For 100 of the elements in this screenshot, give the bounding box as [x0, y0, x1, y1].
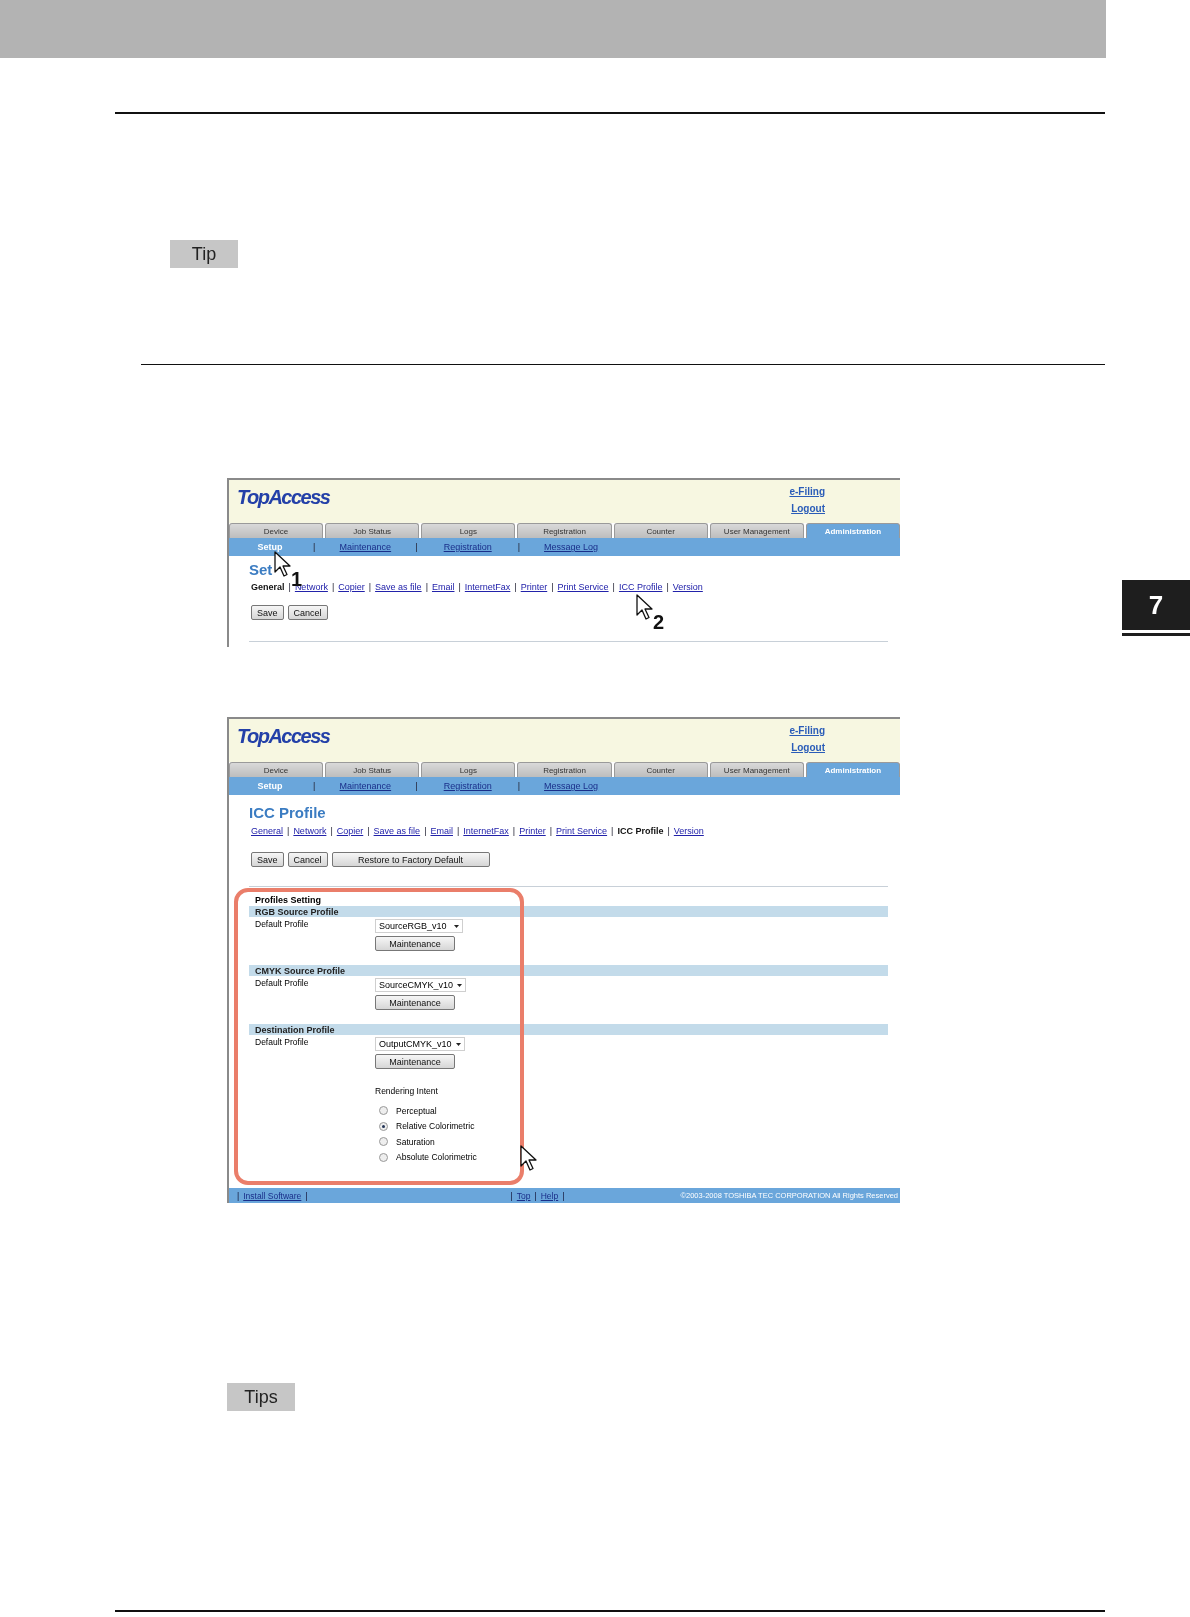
settings-link[interactable]: Save as file	[375, 582, 422, 592]
nav-tab[interactable]: Device	[229, 762, 324, 777]
header-link[interactable]: Logout	[791, 503, 825, 514]
settings-link[interactable]: InternetFax	[463, 826, 509, 836]
profile-dropdown[interactable]: OutputCMYK_v10	[375, 1037, 465, 1051]
separator: |	[425, 582, 428, 592]
separator: |	[288, 582, 291, 592]
nav-tab[interactable]: User Management	[709, 523, 804, 538]
separator: |	[534, 1190, 537, 1201]
separator: |	[510, 1190, 513, 1201]
maintenance-button[interactable]: Maintenance	[375, 936, 455, 951]
nav-tab[interactable]: Logs	[421, 523, 516, 538]
maintenance-button[interactable]: Maintenance	[375, 995, 455, 1010]
separator: |	[330, 826, 333, 836]
settings-link[interactable]: General	[251, 826, 284, 836]
settings-link[interactable]: Copier	[336, 826, 364, 836]
form-button[interactable]: Cancel	[287, 605, 328, 620]
cursor-icon	[520, 1145, 538, 1172]
radio-label: Perceptual	[396, 1105, 437, 1116]
step-number: 2	[653, 612, 665, 632]
sub-nav-link[interactable]: Message Log	[544, 542, 599, 552]
caret-icon	[455, 1042, 461, 1046]
separator: |	[551, 582, 554, 592]
settings-link[interactable]: Email	[431, 582, 455, 592]
radio-button[interactable]	[379, 1137, 388, 1147]
sub-nav-link[interactable]: Registration	[441, 542, 494, 552]
app-logo: TopAccess	[237, 725, 330, 747]
section-header-bar: Destination Profile	[249, 1024, 888, 1035]
settings-link[interactable]: Printer	[519, 826, 546, 836]
nav-tab[interactable]: Counter	[613, 762, 708, 777]
footer-link[interactable]: Top	[516, 1190, 531, 1201]
sub-nav-link[interactable]: Registration	[441, 781, 494, 791]
radio-label: Absolute Colorimetric	[396, 1152, 477, 1163]
page-title: Set	[249, 561, 273, 578]
nav-tab[interactable]: Logs	[421, 762, 516, 777]
sub-nav-link[interactable]: Maintenance	[339, 781, 392, 791]
form-button[interactable]: Save	[251, 605, 284, 620]
section-title: Profiles Setting	[254, 895, 322, 906]
section-header-bar: RGB Source Profile	[249, 906, 888, 917]
sub-nav-link[interactable]: Message Log	[544, 781, 599, 791]
sub-nav-link[interactable]: Maintenance	[339, 542, 392, 552]
nav-tab[interactable]: Job Status	[325, 523, 420, 538]
radio-label: Saturation	[396, 1136, 435, 1147]
settings-link[interactable]: ICC Profile	[617, 826, 664, 836]
radio-button[interactable]	[379, 1121, 388, 1131]
form-button[interactable]: Restore to Factory Default	[331, 852, 490, 867]
settings-link[interactable]: Print Service	[556, 826, 608, 836]
separator: |	[517, 781, 521, 791]
header-link[interactable]: Logout	[791, 742, 825, 753]
separator: |	[549, 826, 553, 836]
form-button[interactable]: Cancel	[287, 852, 328, 867]
separator: |	[424, 826, 427, 836]
settings-link[interactable]: Version	[673, 826, 704, 836]
caret-icon	[457, 983, 463, 987]
separator: |	[415, 542, 418, 552]
field-label: Default Profile	[255, 919, 310, 930]
separator: |	[287, 826, 290, 836]
maintenance-button[interactable]: Maintenance	[375, 1054, 455, 1069]
separator: |	[458, 582, 461, 592]
separator: |	[313, 542, 316, 552]
profile-dropdown[interactable]: SourceCMYK_v10	[375, 978, 467, 992]
header-link[interactable]: e-Filing	[789, 486, 825, 497]
separator: |	[512, 826, 516, 836]
settings-link[interactable]: ICC Profile	[618, 582, 663, 592]
settings-link[interactable]: Print Service	[557, 582, 609, 592]
settings-link[interactable]: Copier	[338, 582, 365, 592]
separator: |	[457, 826, 460, 836]
settings-link[interactable]: InternetFax	[464, 582, 511, 592]
separator: |	[612, 582, 615, 592]
nav-tab[interactable]: Device	[229, 523, 324, 538]
section-header-bar: CMYK Source Profile	[249, 965, 888, 976]
nav-tab[interactable]: Counter	[613, 523, 708, 538]
separator: |	[517, 542, 521, 552]
page-title: ICC Profile	[249, 804, 326, 821]
separator: |	[331, 582, 335, 592]
radio-button[interactable]	[379, 1106, 388, 1116]
nav-tab[interactable]: User Management	[709, 762, 804, 777]
settings-link[interactable]: Save as file	[373, 826, 421, 836]
form-button[interactable]: Save	[251, 852, 284, 867]
separator: |	[367, 826, 370, 836]
footer-link[interactable]: Install Software	[243, 1190, 302, 1201]
app-logo: TopAccess	[237, 486, 330, 508]
separator: |	[667, 826, 670, 836]
footer-link[interactable]: Help	[540, 1190, 559, 1201]
tip-label: Tips	[227, 1383, 295, 1411]
caret-icon	[454, 924, 459, 928]
header-link[interactable]: e-Filing	[789, 725, 825, 736]
settings-link[interactable]: Network	[293, 826, 327, 836]
nav-tab[interactable]: Job Status	[325, 762, 420, 777]
settings-link[interactable]: Printer	[520, 582, 548, 592]
nav-tab[interactable]: Registration	[517, 762, 612, 777]
settings-link[interactable]: Email	[430, 826, 453, 836]
radio-button[interactable]	[379, 1152, 388, 1162]
settings-link[interactable]: General	[251, 582, 285, 592]
nav-tab[interactable]: Registration	[517, 523, 612, 538]
settings-link[interactable]: Version	[672, 582, 703, 592]
separator: |	[313, 781, 316, 791]
separator: |	[514, 582, 517, 592]
profile-dropdown[interactable]: SourceRGB_v10	[375, 919, 463, 933]
separator: |	[666, 582, 669, 592]
